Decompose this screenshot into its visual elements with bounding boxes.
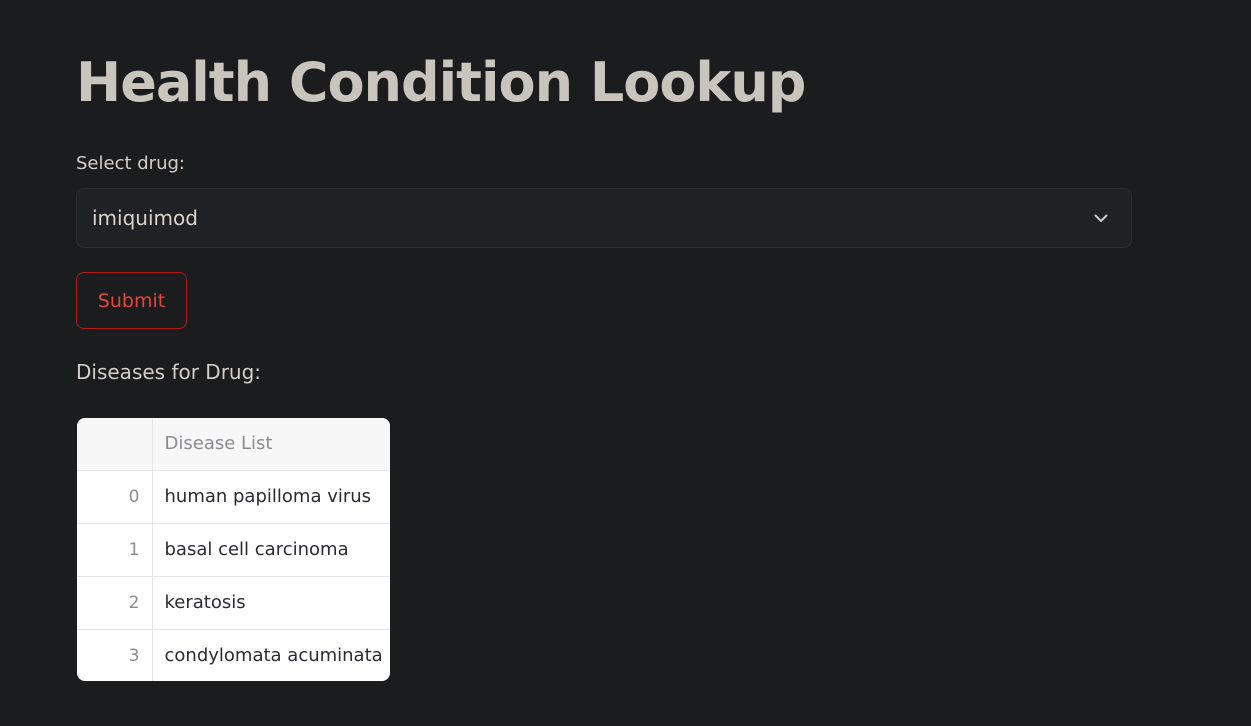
page-title: Health Condition Lookup [76, 51, 806, 114]
disease-cell[interactable]: basal cell carcinoma [152, 523, 390, 577]
results-heading: Diseases for Drug: [76, 360, 262, 384]
row-index: 3 [77, 629, 153, 681]
disease-cell[interactable]: condylomata acuminata [152, 630, 390, 682]
table-row: 3 condylomata acuminata [77, 629, 390, 682]
submit-button[interactable]: Submit [76, 272, 187, 329]
disease-cell[interactable]: keratosis [152, 576, 390, 630]
index-column-header[interactable] [77, 418, 153, 471]
select-drug-label: Select drug: [76, 153, 185, 174]
disease-list-column-header[interactable]: Disease List [152, 418, 390, 471]
drug-select[interactable]: imiquimod [76, 188, 1132, 248]
chevron-down-icon [1094, 214, 1108, 222]
table-row: 1 basal cell carcinoma [77, 523, 390, 577]
disease-cell[interactable]: human papilloma virus [152, 470, 390, 524]
table-row: 0 human papilloma virus [77, 470, 390, 524]
table-header-row: Disease List [77, 418, 390, 471]
disease-table: Disease List 0 human papilloma virus 1 b… [77, 418, 390, 681]
row-index: 2 [77, 576, 153, 630]
row-index: 0 [77, 470, 153, 524]
table-row: 2 keratosis [77, 576, 390, 630]
row-index: 1 [77, 523, 153, 577]
selected-drug-value: imiquimod [92, 206, 198, 230]
